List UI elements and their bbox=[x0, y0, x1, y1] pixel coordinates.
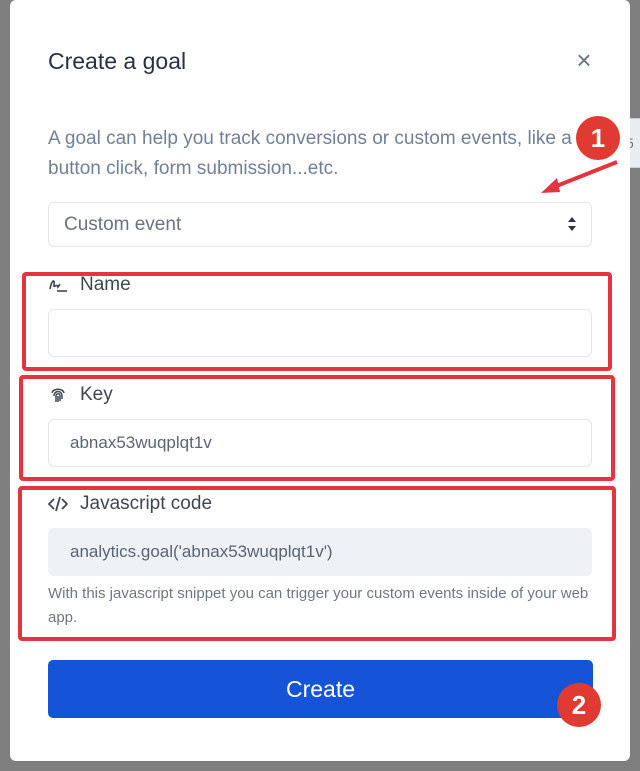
goal-type-select[interactable]: Custom event bbox=[48, 202, 592, 247]
close-icon[interactable]: × bbox=[572, 47, 596, 73]
select-caret-icon bbox=[568, 217, 576, 231]
annotation-badge-1: 1 bbox=[576, 116, 620, 160]
annotation-box-code bbox=[18, 486, 616, 641]
annotation-arrow bbox=[541, 160, 618, 193]
create-button[interactable]: Create bbox=[48, 660, 593, 718]
annotation-badge-2: 2 bbox=[557, 683, 601, 727]
annotation-box-name bbox=[22, 272, 612, 371]
modal-description: A goal can help you track conversions or… bbox=[48, 128, 572, 179]
goal-type-value: Custom event bbox=[64, 214, 182, 235]
annotation-box-key bbox=[19, 375, 615, 481]
modal-title: Create a goal bbox=[48, 48, 187, 74]
